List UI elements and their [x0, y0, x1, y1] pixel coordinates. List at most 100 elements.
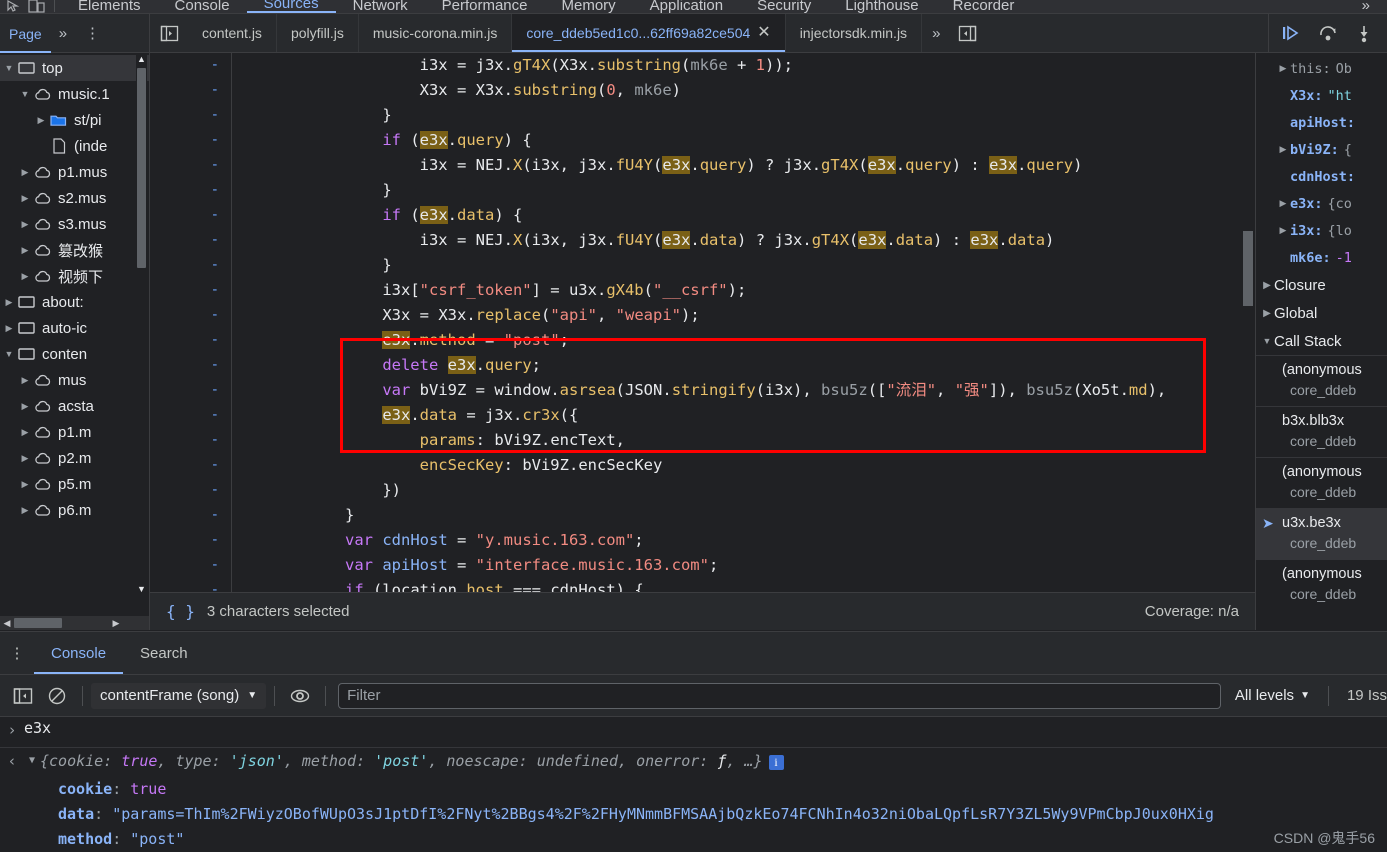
navigator-scroll-thumb[interactable]: [137, 68, 146, 268]
gutter-marker[interactable]: -: [150, 253, 231, 278]
tree-item[interactable]: ▶ about:: [0, 289, 149, 315]
file-tab[interactable]: core_ddeb5ed1c0...62ff69a82ce504 ✕: [512, 14, 786, 52]
live-expression-icon[interactable]: [283, 675, 317, 717]
twisty-closed-icon[interactable]: ▶: [1276, 198, 1290, 209]
main-tab-sources[interactable]: Sources: [246, 0, 336, 13]
scope-variable-row[interactable]: ▶ i3x: {lo: [1256, 217, 1387, 244]
main-tab-elements[interactable]: Elements: [61, 0, 158, 13]
code-line[interactable]: }: [233, 503, 1255, 528]
twisty-closed-icon[interactable]: ▶: [34, 115, 48, 126]
drawer-tab-search[interactable]: Search: [123, 632, 205, 674]
tree-item[interactable]: ▶ p5.m: [0, 471, 149, 497]
gutter-marker[interactable]: -: [150, 403, 231, 428]
console-context-selector[interactable]: contentFrame (song) ▼: [91, 682, 267, 709]
scope-section-global[interactable]: ▶ Global: [1256, 299, 1387, 327]
gutter-marker[interactable]: -: [150, 353, 231, 378]
gutter-marker[interactable]: -: [150, 178, 231, 203]
scope-variable-row[interactable]: ▶ e3x: {co: [1256, 190, 1387, 217]
twisty-closed-icon[interactable]: ▶: [2, 297, 16, 308]
tree-item[interactable]: ▶ s3.mus: [0, 211, 149, 237]
gutter-marker[interactable]: -: [150, 453, 231, 478]
console-input-row[interactable]: › e3x: [0, 719, 1387, 744]
tree-item[interactable]: ▼ conten: [0, 341, 149, 367]
twisty-closed-icon[interactable]: ▶: [18, 167, 32, 178]
tree-item[interactable]: ▶ mus: [0, 367, 149, 393]
code-line[interactable]: if (e3x.query) {: [233, 128, 1255, 153]
tree-item[interactable]: ▶ 篡改猴: [0, 237, 149, 263]
code-line[interactable]: X3x = X3x.replace("api", "weapi");: [233, 303, 1255, 328]
gutter-marker[interactable]: -: [150, 153, 231, 178]
gutter-marker[interactable]: -: [150, 278, 231, 303]
twisty-closed-icon[interactable]: ▶: [1276, 144, 1290, 155]
code-line[interactable]: var cdnHost = "y.music.163.com";: [233, 528, 1255, 553]
scope-variable-row[interactable]: ▶ this: Ob: [1256, 55, 1387, 82]
call-stack-twisty[interactable]: ▼: [1260, 336, 1274, 346]
scope-variable-row[interactable]: X3x: "ht: [1256, 82, 1387, 109]
gutter-marker[interactable]: -: [150, 128, 231, 153]
device-toolbar-icon[interactable]: [26, 0, 48, 13]
gutter-marker[interactable]: -: [150, 228, 231, 253]
code-content[interactable]: i3x = j3x.gT4X(X3x.substring(mk6e + 1));…: [233, 53, 1255, 604]
code-line[interactable]: }: [233, 178, 1255, 203]
inspect-element-icon[interactable]: [4, 0, 26, 13]
tree-item[interactable]: ▶ p6.m: [0, 497, 149, 523]
twisty-open-icon[interactable]: ▼: [18, 89, 32, 99]
console-result-row[interactable]: ‹ ▼ {cookie: true, type: 'json', method:…: [0, 752, 1387, 777]
twisty-closed-icon[interactable]: ▶: [18, 193, 32, 204]
main-tab-memory[interactable]: Memory: [545, 0, 633, 13]
call-stack-item[interactable]: (anonymous core_ddeb: [1256, 355, 1387, 406]
gutter-marker[interactable]: -: [150, 303, 231, 328]
gutter-marker[interactable]: -: [150, 78, 231, 103]
tree-item[interactable]: ▶ 视频下: [0, 263, 149, 289]
call-stack-header[interactable]: ▼ Call Stack: [1256, 327, 1387, 355]
call-stack-item[interactable]: (anonymous core_ddeb: [1256, 559, 1387, 610]
console-log-level-selector[interactable]: All levels ▼: [1225, 687, 1320, 704]
tree-item[interactable]: ▶ auto-ic: [0, 315, 149, 341]
drawer-tab-console[interactable]: Console: [34, 632, 124, 674]
twisty-closed-icon[interactable]: ▶: [1276, 63, 1290, 74]
code-line[interactable]: e3x.method = "post";: [233, 328, 1255, 353]
code-line[interactable]: var apiHost = "interface.music.163.com";: [233, 553, 1255, 578]
scope-section-closure[interactable]: ▶ Closure: [1256, 271, 1387, 299]
file-tabs-overflow[interactable]: »: [922, 14, 950, 52]
close-icon[interactable]: ✕: [757, 25, 770, 41]
twisty-closed-icon[interactable]: ▶: [2, 323, 16, 334]
tree-item[interactable]: ▶ s2.mus: [0, 185, 149, 211]
code-editor[interactable]: ----------------------- i3x = j3x.gT4X(X…: [150, 53, 1255, 630]
main-tab-security[interactable]: Security: [740, 0, 828, 13]
gutter-marker[interactable]: -: [150, 103, 231, 128]
editor-vertical-scrollbar[interactable]: [1241, 53, 1255, 606]
code-line[interactable]: if (e3x.data) {: [233, 203, 1255, 228]
navigator-menu-icon[interactable]: ⋮: [75, 14, 110, 53]
resume-script-icon[interactable]: [1281, 23, 1303, 43]
twisty-closed-icon[interactable]: ▶: [18, 401, 32, 412]
main-tab-console[interactable]: Console: [158, 0, 247, 13]
navigator-hscroll-thumb[interactable]: [14, 618, 62, 628]
scroll-up-arrow[interactable]: ▲: [137, 53, 146, 66]
twisty-closed-icon[interactable]: ▶: [18, 479, 32, 490]
drawer-menu-icon[interactable]: ⋮: [0, 632, 34, 674]
file-tab[interactable]: injectorsdk.min.js: [786, 14, 923, 52]
scroll-down-arrow[interactable]: ▼: [137, 583, 146, 596]
tree-item[interactable]: ▶ acsta: [0, 393, 149, 419]
code-line[interactable]: delete e3x.query;: [233, 353, 1255, 378]
main-tab-network[interactable]: Network: [336, 0, 425, 13]
twisty-closed-icon[interactable]: ▶: [1260, 280, 1274, 291]
scroll-left-arrow[interactable]: ◀: [0, 618, 14, 629]
main-tabs-overflow[interactable]: »: [1345, 0, 1387, 13]
object-preview[interactable]: {cookie: true, type: 'json', method: 'po…: [40, 752, 784, 770]
main-tab-application[interactable]: Application: [633, 0, 740, 13]
gutter-marker[interactable]: -: [150, 478, 231, 503]
tree-item[interactable]: ▼ music.1: [0, 81, 149, 107]
twisty-open-icon[interactable]: ▼: [2, 63, 16, 73]
gutter-marker[interactable]: -: [150, 378, 231, 403]
code-line[interactable]: }: [233, 103, 1255, 128]
tree-item[interactable]: (inde: [0, 133, 149, 159]
tree-item[interactable]: ▶ p1.m: [0, 419, 149, 445]
twisty-closed-icon[interactable]: ▶: [18, 219, 32, 230]
file-tab[interactable]: music-corona.min.js: [359, 14, 513, 52]
step-over-icon[interactable]: [1317, 23, 1339, 43]
gutter-marker[interactable]: -: [150, 503, 231, 528]
code-line[interactable]: i3x = NEJ.X(i3x, j3x.fU4Y(e3x.query) ? j…: [233, 153, 1255, 178]
twisty-closed-icon[interactable]: ▶: [18, 505, 32, 516]
